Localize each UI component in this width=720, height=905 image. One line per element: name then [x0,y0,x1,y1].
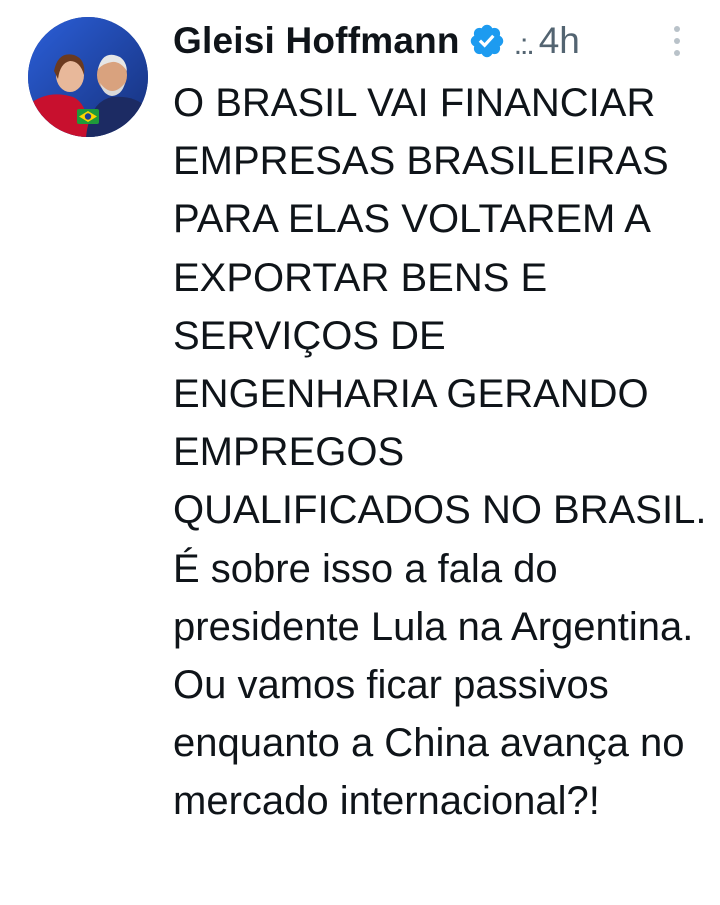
tweet: Gleisi Hoffmann .:. 4h O BRASIL VAI FINA… [0,0,720,905]
avatar[interactable] [28,17,148,137]
profile-photo-icon [28,17,148,137]
display-name[interactable]: Gleisi Hoffmann [173,20,460,62]
tweet-header: Gleisi Hoffmann .:. 4h [173,14,703,68]
meta-separator: .:. [513,28,535,61]
timestamp[interactable]: 4h [539,20,580,62]
verified-badge-icon [470,24,503,58]
tweet-text: O BRASIL VAI FINANCIAR EMPRESAS BRASILEI… [173,81,707,824]
more-options-icon[interactable] [670,24,684,58]
